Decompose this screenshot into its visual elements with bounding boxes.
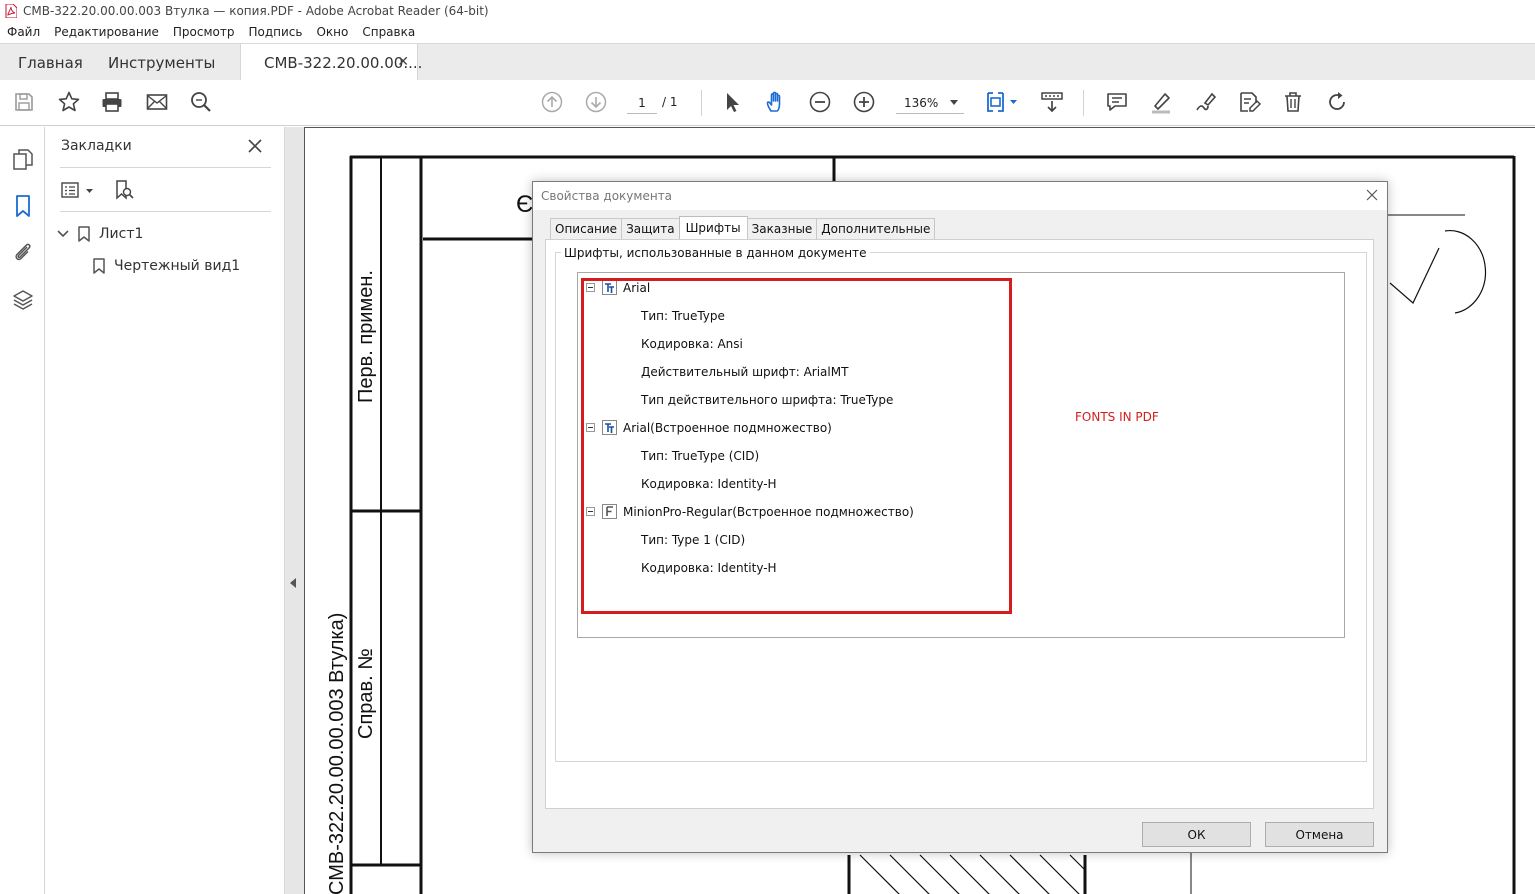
reference-number-label: Справ. № — [355, 648, 377, 739]
tab-home[interactable]: Главная — [18, 44, 83, 81]
bookmarks-title: Закладки — [61, 138, 132, 154]
close-icon[interactable] — [248, 139, 262, 153]
zoom-level-select[interactable]: 136% — [896, 92, 964, 114]
menu-window[interactable]: Окно — [316, 25, 348, 39]
bookmark-item-sheet1[interactable]: Лист1 — [57, 226, 143, 242]
first-use-label: Перв. примен. — [355, 270, 377, 403]
menu-edit[interactable]: Редактирование — [54, 25, 159, 39]
menu-help[interactable]: Справка — [362, 25, 415, 39]
menu-file[interactable]: Файл — [7, 25, 40, 39]
annotation-highlight-box — [581, 278, 1012, 614]
acrobat-pdf-icon — [5, 4, 17, 18]
chevron-down-icon[interactable] — [57, 229, 69, 239]
panel-collapse-strip[interactable] — [285, 127, 303, 894]
tab-security[interactable]: Защита — [621, 218, 680, 239]
tab-advanced[interactable]: Дополнительные — [816, 218, 936, 239]
page-fit-icon[interactable] — [985, 90, 1021, 114]
menu-bar: Файл Редактирование Просмотр Подпись Окн… — [0, 22, 1535, 42]
divider — [60, 211, 271, 212]
edit-pdf-icon[interactable] — [1237, 90, 1262, 114]
document-properties-dialog: Свойства документа Описание Защита Шрифт… — [532, 181, 1388, 853]
tab-custom[interactable]: Заказные — [746, 218, 818, 239]
bookmarks-panel: Закладки Лист1 Чертежный вид1 — [45, 127, 285, 894]
bookmark-label: Лист1 — [99, 226, 144, 242]
tab-bar: Главная Инструменты СМВ-322.20.00.00....… — [0, 43, 1535, 81]
next-page-icon[interactable] — [584, 90, 608, 114]
dialog-titlebar: Свойства документа — [533, 182, 1387, 210]
comment-icon[interactable] — [1105, 90, 1129, 114]
bookmark-icon — [78, 226, 90, 242]
fonts-group-label: Шрифты, использованные в данном документ… — [561, 246, 870, 260]
rotate-icon[interactable] — [1325, 90, 1349, 114]
bookmark-icon — [93, 258, 105, 274]
tab-tools[interactable]: Инструменты — [108, 44, 215, 81]
ok-button[interactable]: ОК — [1142, 822, 1251, 847]
close-icon[interactable] — [1365, 188, 1379, 202]
hand-tool-icon[interactable] — [764, 90, 788, 114]
fonts-tab-panel: Шрифты, использованные в данном документ… — [545, 239, 1374, 809]
dialog-title: Свойства документа — [541, 189, 673, 203]
drawing-fragment-text: Є — [516, 191, 533, 218]
collapse-arrow-icon[interactable] — [290, 578, 296, 588]
highlight-pen-icon[interactable] — [1149, 90, 1173, 114]
scroll-mode-icon[interactable] — [1040, 90, 1064, 114]
annotation-label: FONTS IN PDF — [1075, 410, 1159, 424]
save-icon[interactable] — [12, 90, 36, 114]
window-title: СМВ-322.20.00.00.003 Втулка — копия.PDF … — [23, 4, 489, 18]
tab-description[interactable]: Описание — [550, 218, 623, 239]
chevron-down-icon — [950, 100, 958, 105]
left-navigation-rail — [0, 127, 45, 894]
dialog-tabs: Описание Защита Шрифты Заказные Дополнит… — [550, 216, 936, 239]
page-number-input[interactable] — [627, 92, 657, 114]
new-bookmark-icon[interactable] — [113, 179, 135, 201]
bookmarks-icon[interactable] — [11, 194, 35, 218]
fonts-groupbox: Шрифты, использованные в данном документ… — [555, 246, 1367, 762]
close-tab-icon[interactable]: ✕ — [397, 54, 409, 70]
previous-page-icon[interactable] — [540, 90, 564, 114]
designation-label: СМВ-322.20.00.00.003 Втулка) — [326, 612, 348, 894]
fonts-tree-view[interactable]: Arial Тип: TrueType Кодировка: Ansi Дейс… — [577, 272, 1345, 638]
layers-icon[interactable] — [11, 288, 35, 312]
select-cursor-icon[interactable] — [720, 90, 744, 114]
divider — [60, 167, 271, 168]
window-titlebar: СМВ-322.20.00.00.003 Втулка — копия.PDF … — [0, 0, 1535, 22]
bookmark-label: Чертежный вид1 — [114, 258, 241, 274]
delete-trash-icon[interactable] — [1281, 90, 1305, 114]
tab-fonts[interactable]: Шрифты — [678, 216, 748, 239]
bookmark-item-drawing-view[interactable]: Чертежный вид1 — [92, 258, 240, 274]
cancel-button[interactable]: Отмена — [1265, 822, 1374, 847]
menu-sign[interactable]: Подпись — [248, 25, 302, 39]
tab-document[interactable]: СМВ-322.20.00.00.... ✕ — [240, 44, 422, 81]
search-icon[interactable] — [189, 90, 213, 114]
attachments-paperclip-icon[interactable] — [11, 240, 35, 264]
toolbar-divider — [701, 90, 702, 116]
print-icon[interactable] — [100, 90, 124, 114]
toolbar-divider — [1083, 90, 1084, 116]
zoom-level-value: 136% — [904, 95, 939, 110]
zoom-out-icon[interactable] — [808, 90, 832, 114]
menu-view[interactable]: Просмотр — [173, 25, 235, 39]
fill-sign-icon[interactable] — [1193, 90, 1217, 114]
page-thumbnails-icon[interactable] — [11, 148, 35, 172]
bookmark-star-icon[interactable] — [57, 90, 81, 114]
zoom-in-icon[interactable] — [852, 90, 876, 114]
email-icon[interactable] — [145, 90, 169, 114]
main-toolbar: / 1 136% — [0, 80, 1535, 126]
options-menu-icon[interactable] — [61, 181, 97, 201]
page-total: / 1 — [662, 95, 678, 109]
